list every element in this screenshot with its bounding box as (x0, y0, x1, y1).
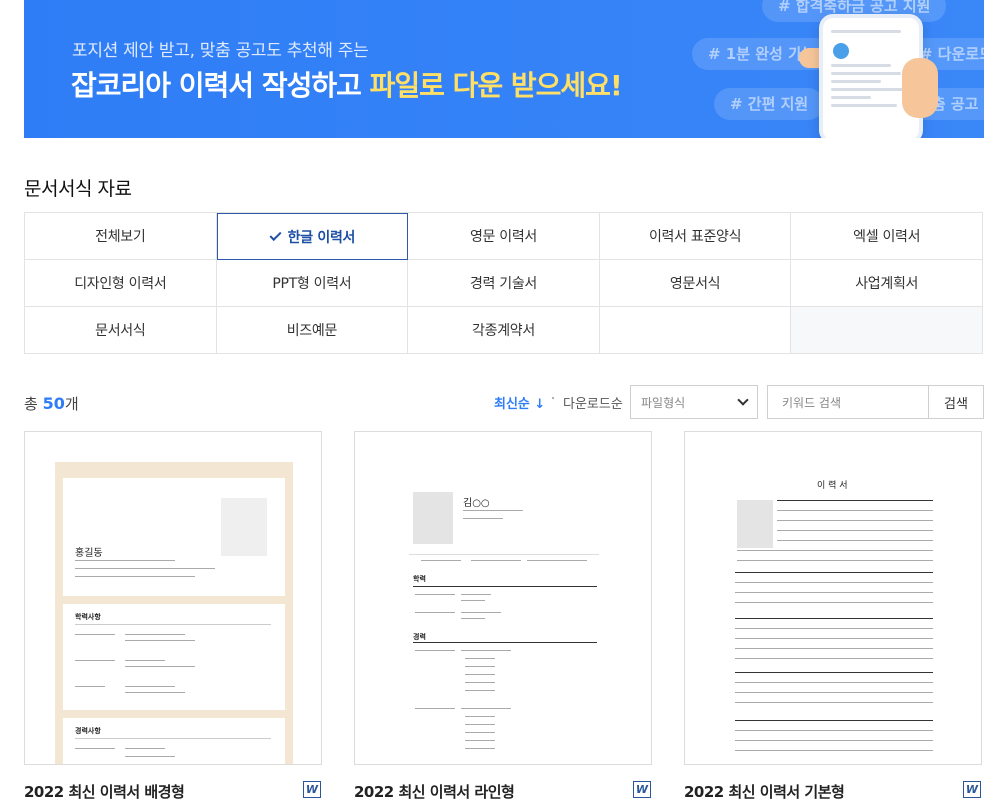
category-documents[interactable]: 문서서식 (25, 307, 217, 354)
banner-title-text: 잡코리아 이력서 작성하고 (71, 69, 370, 102)
chevron-down-icon (737, 394, 749, 406)
thumb-section-title: 경력사항 (75, 727, 101, 735)
sort-separator (552, 397, 554, 399)
thumb-section-title: 경력 (413, 633, 426, 641)
thumb-header-box: 홍길동 (63, 478, 285, 596)
category-empty (599, 307, 792, 354)
photo-placeholder (737, 500, 773, 548)
template-card-thumbnail[interactable]: 홍길동 학력사항 경력사항 (24, 431, 322, 765)
file-type-label: 파일형식 (641, 395, 686, 410)
search-input[interactable]: 키워드 검색 (767, 385, 929, 419)
category-english-forms[interactable]: 영문서식 (599, 260, 792, 307)
category-korean-resume[interactable]: 한글 이력서 (216, 213, 409, 260)
word-file-icon[interactable]: W (303, 781, 321, 798)
thumb-section-title: 학력사항 (75, 613, 101, 621)
category-contracts[interactable]: 각종계약서 (408, 307, 600, 354)
category-all[interactable]: 전체보기 (25, 213, 217, 260)
banner-title-highlight: 파일로 다운 받으세요! (369, 69, 623, 102)
word-file-icon[interactable]: W (633, 781, 651, 798)
category-business-plan[interactable]: 사업계획서 (791, 260, 983, 307)
banner-title: 잡코리아 이력서 작성하고 파일로 다운 받으세요! (71, 64, 623, 104)
sort-latest-button[interactable]: 최신순 ↓ (494, 393, 545, 412)
thumb-section-box: 경력사항 (63, 718, 285, 764)
thumb-name: 홍길동 (75, 548, 103, 559)
promo-banner[interactable]: # 합격축하금 공고 지원 # 1분 완성 가능 # 다운로드 가능 # 간편 … (24, 0, 984, 138)
total-count: 총 50개 (24, 393, 79, 414)
category-biz-examples[interactable]: 비즈예문 (216, 307, 409, 354)
sort-downloads-button[interactable]: 다운로드순 (563, 393, 623, 412)
profile-icon (833, 43, 849, 59)
word-file-icon[interactable]: W (963, 781, 981, 798)
card-title[interactable]: 2022 최신 이력서 배경형 (24, 781, 185, 802)
category-empty (791, 307, 983, 354)
category-ppt-resume[interactable]: PPT형 이력서 (216, 260, 409, 307)
thumb-section-title: 학력 (413, 575, 426, 583)
hand-illustration (902, 58, 938, 118)
banner-subtitle: 포지션 제안 받고, 맞춤 공고도 추천해 주는 (72, 41, 369, 61)
category-english-resume[interactable]: 영문 이력서 (408, 213, 600, 260)
total-number: 50 (42, 394, 65, 413)
category-career-statement[interactable]: 경력 기술서 (408, 260, 600, 307)
photo-placeholder (221, 498, 267, 556)
file-type-select[interactable]: 파일형식 (630, 385, 758, 419)
category-grid: 전체보기 한글 이력서 영문 이력서 이력서 표준양식 엑셀 이력서 디자인형 … (24, 212, 983, 354)
banner-tag: # 간편 지원 (714, 88, 825, 120)
total-prefix: 총 (24, 395, 43, 413)
category-excel-resume[interactable]: 엑셀 이력서 (791, 213, 983, 260)
section-title: 문서서식 자료 (24, 178, 132, 200)
category-label: 한글 이력서 (287, 229, 356, 246)
check-icon (269, 228, 282, 241)
thumb-title: 이 력 서 (817, 481, 848, 491)
thumbnail-background: 홍길동 학력사항 경력사항 (55, 462, 293, 764)
template-card-thumbnail[interactable]: 김○○ 학력 경력 (354, 431, 652, 765)
card-title[interactable]: 2022 최신 이력서 라인형 (354, 781, 515, 802)
category-standard-resume[interactable]: 이력서 표준양식 (599, 213, 792, 260)
category-design-resume[interactable]: 디자인형 이력서 (25, 260, 217, 307)
thumb-name: 김○○ (463, 498, 490, 509)
search-placeholder: 키워드 검색 (782, 395, 842, 410)
template-card-thumbnail[interactable]: 이 력 서 (684, 431, 982, 765)
search-button[interactable]: 검색 (928, 385, 984, 419)
total-suffix: 개 (64, 395, 79, 413)
card-title[interactable]: 2022 최신 이력서 기본형 (684, 781, 845, 802)
photo-placeholder (413, 492, 453, 544)
thumb-section-box: 학력사항 (63, 604, 285, 710)
